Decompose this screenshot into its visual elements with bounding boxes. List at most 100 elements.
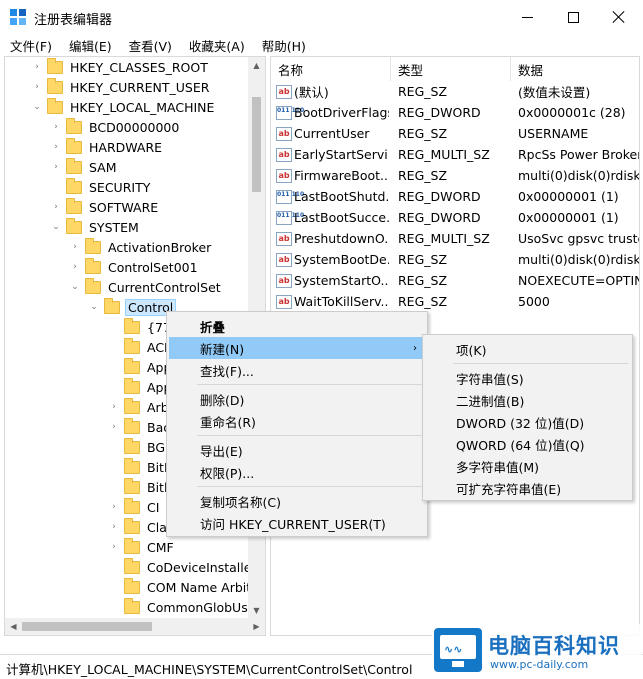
value-row[interactable]: ab CurrentUser REG_SZ USERNAME — [271, 123, 639, 144]
tree-item-label: BCD00000000 — [89, 119, 180, 135]
tree-item[interactable]: {774 — [5, 317, 181, 337]
menu-item[interactable]: 导出(E) — [169, 439, 425, 461]
scroll-left-icon[interactable]: ◀ — [5, 618, 22, 635]
value-row[interactable]: ab WaitToKillServ... REG_SZ 5000 — [271, 291, 639, 312]
menu-item[interactable]: 查找(F)... — [169, 359, 425, 381]
menu-item[interactable]: 新建(N) › — [169, 337, 425, 359]
tree-item[interactable]: BitLo — [5, 457, 180, 477]
scroll-right-icon[interactable]: ▶ — [248, 618, 265, 635]
minimize-button[interactable] — [504, 0, 550, 34]
tree-item[interactable]: ⌄ CurrentControlSet — [5, 277, 223, 297]
expand-chevron-icon[interactable]: › — [69, 262, 81, 272]
tree-item[interactable]: › BCD00000000 — [5, 117, 181, 137]
menu-separator — [197, 435, 423, 436]
menu-item[interactable]: QWORD (64 位)值(Q) — [425, 433, 630, 455]
value-row[interactable]: ab SystemStartO... REG_SZ NOEXECUTE=OPTIN — [271, 270, 639, 291]
value-row[interactable]: 011 110 LastBootSucce... REG_DWORD 0x000000… — [271, 207, 639, 228]
tree-horizontal-scrollbar[interactable]: ◀ ▶ — [5, 618, 265, 635]
tree-item[interactable]: CoDeviceInstallers — [5, 557, 265, 577]
menu-edit[interactable]: 编辑(E) — [59, 34, 119, 54]
value-row[interactable]: ab SystemBootDe... REG_SZ multi(0)disk(0)rd… — [271, 249, 639, 270]
menu-favorites[interactable]: 收藏夹(A) — [179, 34, 252, 54]
maximize-button[interactable] — [550, 0, 596, 34]
expand-chevron-icon[interactable]: › — [108, 422, 120, 432]
tree-item[interactable]: › SOFTWARE — [5, 197, 160, 217]
folder-icon — [124, 337, 140, 354]
expand-chevron-icon[interactable]: › — [50, 142, 62, 152]
tree-item[interactable]: ⌄ Control — [5, 297, 177, 317]
expand-chevron-icon[interactable]: › — [108, 502, 120, 512]
value-row[interactable]: ab (默认) REG_SZ (数值未设置) — [271, 81, 639, 102]
menu-help[interactable]: 帮助(H) — [252, 34, 313, 54]
menu-item[interactable]: 折叠 — [169, 315, 425, 337]
value-row[interactable]: ab PreshutdownO... REG_MULTI_SZ UsoSvc gpsv… — [271, 228, 639, 249]
tree-item[interactable]: SECURITY — [5, 177, 152, 197]
tree-item[interactable]: › HARDWARE — [5, 137, 164, 157]
expand-chevron-icon[interactable]: › — [31, 62, 43, 72]
expand-chevron-icon[interactable]: › — [108, 542, 120, 552]
tree-item[interactable]: BGF — [5, 437, 174, 457]
scroll-thumb[interactable] — [22, 622, 152, 631]
column-header-type[interactable]: 类型 — [391, 57, 511, 81]
menu-view[interactable]: 查看(V) — [119, 34, 179, 54]
column-header-data[interactable]: 数据 — [511, 57, 639, 81]
tree-item[interactable]: ACP — [5, 337, 174, 357]
menu-item[interactable]: DWORD (32 位)值(D) — [425, 411, 630, 433]
scroll-thumb[interactable] — [252, 97, 261, 192]
value-row[interactable]: ab FirmwareBoot... REG_SZ multi(0)disk(0)rd… — [271, 165, 639, 186]
menu-item[interactable]: 多字符串值(M) — [425, 455, 630, 477]
tree-item[interactable]: ⌄ SYSTEM — [5, 217, 141, 237]
value-name: PreshutdownO... — [294, 231, 389, 246]
menu-item[interactable]: 可扩充字符串值(E) — [425, 477, 630, 499]
folder-icon — [124, 317, 140, 334]
menu-item[interactable]: 权限(P)... — [169, 461, 425, 483]
tree-item[interactable]: › ControlSet001 — [5, 257, 200, 277]
menu-item[interactable]: 字符串值(S) — [425, 367, 630, 389]
expand-chevron-icon[interactable]: › — [69, 242, 81, 252]
menu-item[interactable]: 复制项名称(C) — [169, 490, 425, 512]
submenu-arrow-icon: › — [413, 342, 417, 354]
tree-item[interactable]: › SAM — [5, 157, 119, 177]
tree-item[interactable]: › HKEY_CURRENT_USER — [5, 77, 211, 97]
expand-chevron-icon[interactable]: › — [108, 402, 120, 412]
value-row[interactable]: 011 110 BootDriverFlags REG_DWORD 0x0000001… — [271, 102, 639, 123]
tree-item[interactable]: › ActivationBroker — [5, 237, 213, 257]
folder-icon — [124, 457, 140, 474]
scroll-down-icon[interactable]: ▼ — [248, 602, 265, 619]
value-row[interactable]: 011 110 LastBootShutd... REG_DWORD 0x000000… — [271, 186, 639, 207]
menu-item[interactable]: 二进制值(B) — [425, 389, 630, 411]
expand-chevron-icon[interactable]: › — [50, 122, 62, 132]
tree-item[interactable]: › CI — [5, 497, 161, 517]
collapse-chevron-icon[interactable]: ⌄ — [50, 222, 62, 232]
tree-item[interactable]: COM Name Arbite — [5, 577, 261, 597]
column-header-name[interactable]: 名称 — [271, 57, 391, 81]
tree-item[interactable]: ⌄ HKEY_LOCAL_MACHINE — [5, 97, 216, 117]
tree-item[interactable]: › Arbi — [5, 397, 174, 417]
tree-item[interactable]: › Bacl — [5, 417, 176, 437]
collapse-chevron-icon[interactable]: ⌄ — [31, 102, 43, 112]
menu-item[interactable]: 删除(D) — [169, 388, 425, 410]
string-value-icon: ab — [276, 147, 292, 162]
tree-item[interactable]: App — [5, 377, 173, 397]
menu-item[interactable]: 重命名(R) — [169, 410, 425, 432]
tree-item[interactable]: App — [5, 357, 173, 377]
expand-chevron-icon[interactable]: › — [50, 202, 62, 212]
folder-icon — [124, 377, 140, 394]
folder-icon — [66, 217, 82, 234]
menu-file[interactable]: 文件(F) — [0, 34, 59, 54]
expand-chevron-icon[interactable]: › — [50, 162, 62, 172]
tree-item[interactable]: › HKEY_CLASSES_ROOT — [5, 57, 210, 77]
tree-item[interactable]: Bitlo — [5, 477, 177, 497]
menu-item[interactable]: 项(K) — [425, 338, 630, 360]
value-row[interactable]: abEarlyStartServi... REG_MULTI_SZ RpcSs Po… — [271, 144, 639, 165]
expand-chevron-icon[interactable]: › — [31, 82, 43, 92]
collapse-chevron-icon[interactable]: ⌄ — [88, 302, 100, 312]
expand-chevron-icon[interactable]: › — [108, 522, 120, 532]
tree-item[interactable]: CommonGlobUse — [5, 597, 257, 617]
collapse-chevron-icon[interactable]: ⌄ — [69, 282, 81, 292]
tree-item[interactable]: › CMF — [5, 537, 176, 557]
menu-item[interactable]: 访问 HKEY_CURRENT_USER(T) — [169, 512, 425, 534]
scroll-up-icon[interactable]: ▲ — [248, 57, 265, 74]
tree-item[interactable]: › Clas — [5, 517, 175, 537]
close-button[interactable] — [596, 0, 642, 34]
